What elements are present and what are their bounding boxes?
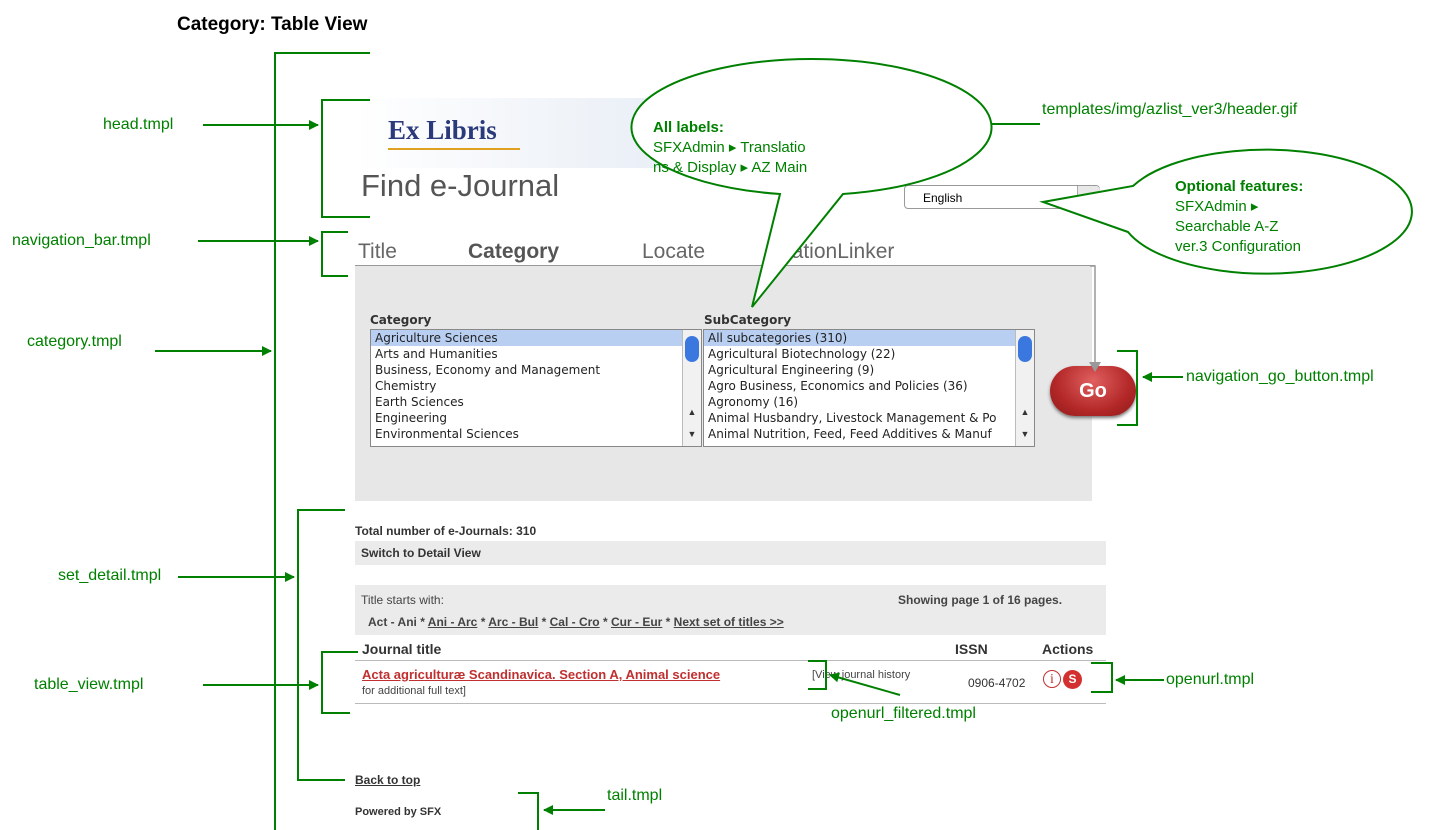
tab-category[interactable]: Category bbox=[468, 240, 559, 264]
current-range: Act - Ani bbox=[368, 615, 417, 629]
header-gif-label: templates/img/azlist_ver3/header.gif bbox=[1042, 101, 1298, 118]
table-view-bracket bbox=[321, 651, 358, 714]
row-divider bbox=[355, 703, 1106, 704]
range-separator: * bbox=[477, 615, 489, 629]
list-item[interactable]: Environmental Sciences bbox=[371, 426, 701, 442]
list-item[interactable]: Agronomy (16) bbox=[704, 394, 1034, 410]
list-item[interactable]: Agro Business, Economics and Policies (3… bbox=[704, 378, 1034, 394]
list-item[interactable]: Arts and Humanities bbox=[371, 346, 701, 362]
range-link[interactable]: Cal - Cro bbox=[550, 615, 600, 629]
tab-locate[interactable]: Locate bbox=[642, 240, 705, 264]
list-item[interactable]: Agricultural Engineering (9) bbox=[704, 362, 1034, 378]
head-tmpl-label: head.tmpl bbox=[103, 116, 174, 133]
scroll-thumb[interactable] bbox=[1018, 336, 1032, 362]
labels-callout-heading: All labels: bbox=[653, 119, 724, 136]
info-icon[interactable]: i bbox=[1043, 670, 1061, 688]
subcategory-scrollbar[interactable]: ▲ ▼ bbox=[1015, 330, 1034, 446]
list-item[interactable]: Animal Nutrition, Feed, Feed Additives &… bbox=[704, 426, 1034, 442]
list-item[interactable]: Agriculture Sciences bbox=[371, 330, 701, 346]
navigation-bar-tmpl-label: navigation_bar.tmpl bbox=[12, 232, 151, 249]
scroll-thumb[interactable] bbox=[685, 336, 699, 362]
tail-tmpl-label: tail.tmpl bbox=[607, 787, 663, 804]
next-set-link[interactable]: Next set of titles >> bbox=[674, 615, 784, 629]
category-scrollbar[interactable]: ▲ ▼ bbox=[682, 330, 701, 446]
issn-value: 0906-4702 bbox=[968, 676, 1026, 690]
list-item[interactable]: All subcategories (310) bbox=[704, 330, 1034, 346]
list-item[interactable]: Agricultural Biotechnology (22) bbox=[704, 346, 1034, 362]
ex-libris-logo[interactable]: Ex Libris bbox=[388, 115, 497, 146]
openurl-bracket bbox=[1091, 662, 1113, 693]
range-separator: * bbox=[662, 615, 674, 629]
powered-by-sfx: Powered by SFX bbox=[355, 806, 442, 818]
list-item[interactable]: Earth Sciences bbox=[371, 394, 701, 410]
sfx-icon[interactable]: S bbox=[1063, 670, 1082, 689]
scroll-up-icon[interactable]: ▲ bbox=[686, 406, 698, 418]
tab-title[interactable]: Title bbox=[358, 240, 397, 264]
labels-callout-line2: ns & Display ▸ AZ Main bbox=[653, 159, 808, 176]
scroll-up-icon[interactable]: ▲ bbox=[1019, 406, 1031, 418]
tail-bracket bbox=[518, 792, 539, 830]
back-to-top-link[interactable]: Back to top bbox=[355, 773, 420, 787]
go-button-tmpl-label: navigation_go_button.tmpl bbox=[1186, 368, 1374, 385]
page-count: Showing page 1 of 16 pages. bbox=[898, 593, 1063, 607]
category-label: Category bbox=[370, 313, 432, 327]
scroll-down-icon[interactable]: ▼ bbox=[1019, 428, 1031, 440]
journal-history-note-cont: for additional full text] bbox=[362, 685, 466, 697]
optional-callout-line3: ver.3 Configuration bbox=[1175, 238, 1301, 255]
diagram-title: Category: Table View bbox=[177, 14, 368, 35]
openurl-tmpl-label: openurl.tmpl bbox=[1166, 671, 1255, 688]
find-ejournal-title: Find e-Journal bbox=[361, 168, 560, 203]
optional-callout-line2: Searchable A-Z bbox=[1175, 218, 1279, 235]
category-tmpl-label: category.tmpl bbox=[27, 333, 122, 350]
range-link[interactable]: Arc - Bul bbox=[488, 615, 538, 629]
column-header-actions: Actions bbox=[1042, 641, 1094, 657]
header-decoration-small bbox=[935, 104, 953, 122]
range-separator: * bbox=[538, 615, 550, 629]
category-listbox[interactable]: Agriculture Sciences Arts and Humanities… bbox=[370, 329, 702, 447]
set-detail-tmpl-label: set_detail.tmpl bbox=[58, 567, 162, 584]
tab-citationlinker[interactable]: CitationLinker bbox=[766, 240, 894, 264]
total-journals: Total number of e-Journals: 310 bbox=[355, 524, 537, 538]
title-range-links: Act - Ani * Ani - Arc * Arc - Bul * Cal … bbox=[368, 615, 784, 629]
header-divider bbox=[355, 660, 1106, 661]
optional-callout-heading: Optional features: bbox=[1175, 178, 1304, 195]
labels-callout: All labels: SFXAdmin ▸ Translatio ns & D… bbox=[653, 118, 807, 178]
subcategory-label: SubCategory bbox=[704, 313, 792, 327]
logo-underline bbox=[388, 148, 520, 150]
switch-to-detail-view-link[interactable]: Switch to Detail View bbox=[361, 546, 481, 560]
list-item[interactable]: Business, Economy and Management bbox=[371, 362, 701, 378]
title-starts-label: Title starts with: bbox=[361, 593, 444, 607]
range-separator: * bbox=[416, 615, 428, 629]
set-detail-bracket bbox=[297, 509, 345, 781]
openurl-filtered-tmpl-label: openurl_filtered.tmpl bbox=[831, 705, 976, 722]
list-item[interactable]: Animal Husbandry, Livestock Management &… bbox=[704, 410, 1034, 426]
column-header-issn: ISSN bbox=[955, 641, 988, 657]
journal-history-note[interactable]: [View journal history bbox=[812, 669, 910, 681]
range-link[interactable]: Ani - Arc bbox=[428, 615, 478, 629]
language-dropdown-button[interactable] bbox=[1077, 186, 1100, 208]
range-separator: * bbox=[599, 615, 611, 629]
navbar-bracket bbox=[321, 231, 348, 277]
optional-callout-line1: SFXAdmin ▸ bbox=[1175, 198, 1259, 215]
labels-callout-line1: SFXAdmin ▸ Translatio bbox=[653, 139, 806, 156]
journal-title-link[interactable]: Acta agriculturæ Scandinavica. Section A… bbox=[362, 667, 720, 682]
header-decoration bbox=[890, 106, 930, 140]
go-button[interactable]: Go bbox=[1050, 366, 1136, 416]
column-header-journal-title: Journal title bbox=[362, 641, 442, 657]
scroll-down-icon[interactable]: ▼ bbox=[686, 428, 698, 440]
list-item[interactable]: Engineering bbox=[371, 410, 701, 426]
language-select[interactable]: English bbox=[904, 185, 1100, 209]
range-link[interactable]: Cur - Eur bbox=[611, 615, 662, 629]
list-item[interactable]: Chemistry bbox=[371, 378, 701, 394]
table-view-tmpl-label: table_view.tmpl bbox=[34, 676, 144, 693]
optional-callout: Optional features: SFXAdmin ▸ Searchable… bbox=[1175, 177, 1303, 257]
subcategory-listbox[interactable]: All subcategories (310) Agricultural Bio… bbox=[703, 329, 1035, 447]
